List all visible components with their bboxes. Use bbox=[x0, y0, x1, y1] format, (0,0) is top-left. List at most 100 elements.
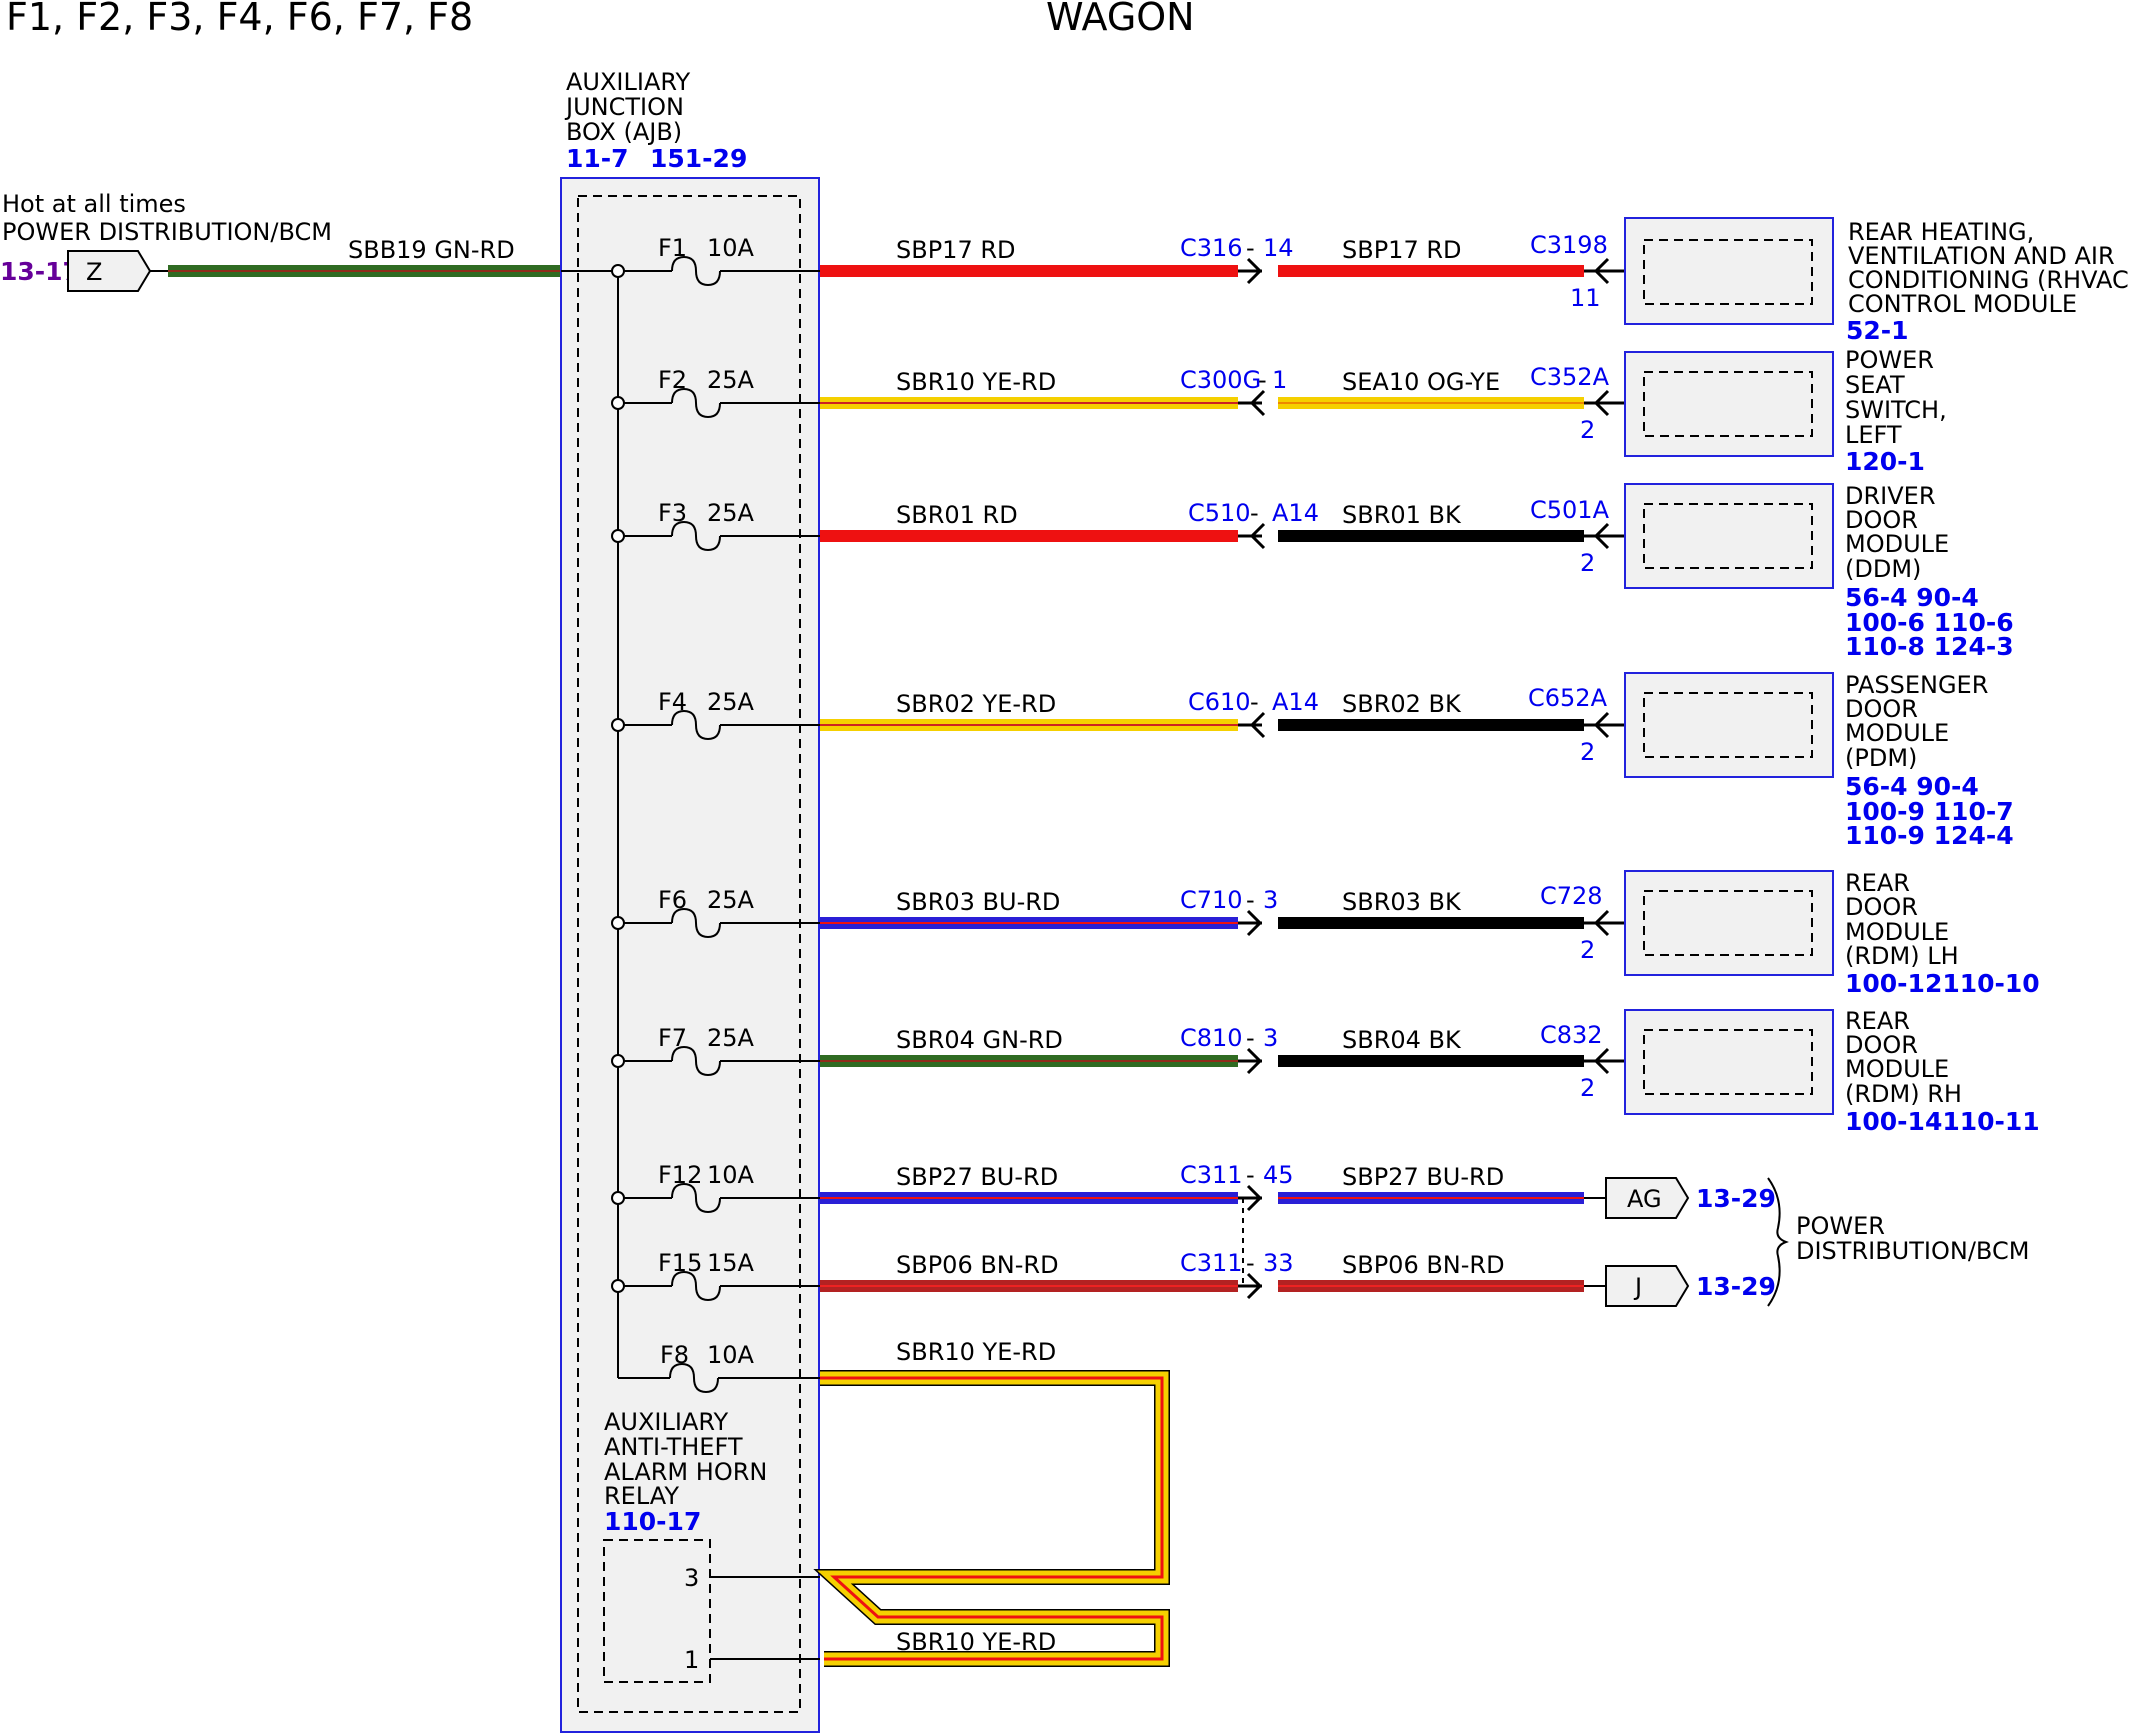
fuse-id: F3 bbox=[658, 499, 687, 527]
source-connector-letter: Z bbox=[86, 258, 102, 286]
module-label-line: DOOR bbox=[1845, 893, 1918, 921]
dest-connector-id[interactable]: C3198 bbox=[1530, 231, 1608, 259]
wire-segment-2 bbox=[1278, 397, 1584, 409]
wire-segment-1 bbox=[820, 917, 1238, 929]
output-ref[interactable]: 13-29 bbox=[1696, 1272, 1776, 1301]
connector-symbol bbox=[1238, 389, 1266, 417]
wire-segment-2 bbox=[1278, 265, 1584, 277]
module-ref[interactable]: 120-1 bbox=[1845, 447, 1925, 476]
variant-title: WAGON bbox=[1046, 0, 1195, 39]
wire-label-1[interactable]: SBR10 YE-RD bbox=[896, 368, 1056, 396]
dest-connector-pin: 2 bbox=[1580, 416, 1595, 444]
dest-connector-symbol bbox=[1584, 522, 1624, 550]
module-box[interactable] bbox=[1624, 483, 1834, 589]
fuse-rating: 25A bbox=[707, 366, 755, 394]
dest-connector-pin: 2 bbox=[1580, 1074, 1595, 1102]
module-box[interactable] bbox=[1624, 870, 1834, 976]
wire-segment-1 bbox=[820, 719, 1238, 731]
circuit-row: F7 25A SBR04 GN-RD C810 - 3 SBR04 BK C83… bbox=[611, 1007, 2040, 1136]
relay-ref[interactable]: 110-17 bbox=[604, 1507, 701, 1536]
inline-connector-sep: - bbox=[1246, 1024, 1255, 1052]
output-connector-letter: AG bbox=[1627, 1185, 1662, 1213]
module-box[interactable] bbox=[1624, 672, 1834, 778]
dest-connector-pin: 2 bbox=[1580, 549, 1595, 577]
wire-label-1[interactable]: SBR03 BU-RD bbox=[896, 888, 1060, 916]
fuse-rating: 25A bbox=[707, 886, 755, 914]
dest-connector-pin: 11 bbox=[1570, 284, 1601, 312]
module-ref[interactable]: 100-14110-11 bbox=[1845, 1107, 2040, 1136]
dest-connector-id[interactable]: C652A bbox=[1528, 684, 1608, 712]
wiring-diagram: F1, F2, F3, F4, F6, F7, F8 WAGON Hot at … bbox=[0, 0, 2130, 1733]
module-ref[interactable]: 110-9 124-4 bbox=[1845, 821, 2014, 850]
inline-connector-pin: 14 bbox=[1263, 234, 1294, 262]
inline-connector-sep: - bbox=[1246, 1161, 1255, 1189]
module-ref[interactable]: 110-8 124-3 bbox=[1845, 632, 2014, 661]
dest-connector-symbol bbox=[1584, 389, 1624, 417]
fuse-id: F2 bbox=[658, 366, 687, 394]
wire-label-1[interactable]: SBP27 BU-RD bbox=[896, 1163, 1058, 1191]
wire-label-2[interactable]: SBP17 RD bbox=[1342, 236, 1462, 264]
dest-connector-id[interactable]: C728 bbox=[1540, 882, 1603, 910]
ajb-ref-2[interactable]: 151-29 bbox=[650, 144, 747, 173]
module-label-line: (DDM) bbox=[1845, 555, 1921, 583]
ajb-title-3: BOX (AJB) bbox=[566, 118, 682, 146]
module-box[interactable] bbox=[1624, 351, 1834, 457]
wire-label-2[interactable]: SBR03 BK bbox=[1342, 888, 1462, 916]
inline-connector-id[interactable]: C610 bbox=[1188, 688, 1251, 716]
output-group-label-1: POWER bbox=[1796, 1212, 1885, 1240]
output-group-label-2: DISTRIBUTION/BCM bbox=[1796, 1237, 2029, 1265]
inline-connector-id[interactable]: C810 bbox=[1180, 1024, 1243, 1052]
module-box[interactable] bbox=[1624, 1009, 1834, 1115]
inline-connector-id[interactable]: C300G bbox=[1180, 366, 1261, 394]
module-ref[interactable]: 52-1 bbox=[1846, 316, 1909, 345]
f8-wire-label-bottom[interactable]: SBR10 YE-RD bbox=[896, 1628, 1056, 1656]
output-connector-letter: J bbox=[1633, 1273, 1642, 1301]
ajb-ref-1[interactable]: 11-7 bbox=[566, 144, 629, 173]
circuit-row: F1 10A SBP17 RD C316 - 14 SBP17 RD C3198… bbox=[611, 217, 2130, 345]
dest-connector-id[interactable]: C352A bbox=[1530, 363, 1610, 391]
fuse-rating: 10A bbox=[707, 1341, 755, 1369]
inline-connector-id[interactable]: C710 bbox=[1180, 886, 1243, 914]
circuit-row: F3 25A SBR01 RD C510 - A14 SBR01 BK C501… bbox=[611, 482, 2014, 661]
dest-connector-id[interactable]: C832 bbox=[1540, 1021, 1603, 1049]
wire-label-2[interactable]: SBP27 BU-RD bbox=[1342, 1163, 1504, 1191]
wire-segment-2 bbox=[1278, 530, 1584, 542]
inline-connector-id[interactable]: C311 bbox=[1180, 1161, 1243, 1189]
inline-connector-id[interactable]: C316 bbox=[1180, 234, 1243, 262]
wire-label-1[interactable]: SBP17 RD bbox=[896, 236, 1016, 264]
inline-connector-id[interactable]: C510 bbox=[1188, 499, 1251, 527]
module-ref[interactable]: 100-12110-10 bbox=[1845, 969, 2040, 998]
module-label-line: (RDM) LH bbox=[1845, 942, 1959, 970]
wire-label-2[interactable]: SBP06 BN-RD bbox=[1342, 1251, 1505, 1279]
fuse-id: F1 bbox=[658, 234, 687, 262]
fuse-id: F4 bbox=[658, 688, 687, 716]
wire-label-2[interactable]: SBR02 BK bbox=[1342, 690, 1462, 718]
module-box[interactable] bbox=[1624, 217, 1834, 325]
output-connector-flag[interactable]: AG bbox=[1605, 1177, 1690, 1219]
source-wire-label: SBB19 GN-RD bbox=[348, 236, 515, 264]
connector-symbol bbox=[1238, 711, 1266, 739]
inline-connector-sep: - bbox=[1246, 1249, 1255, 1277]
inline-connector-pin: 1 bbox=[1272, 366, 1287, 394]
wire-label-1[interactable]: SBR01 RD bbox=[896, 501, 1018, 529]
source-line-2: POWER DISTRIBUTION/BCM bbox=[2, 218, 332, 246]
output-connector-flag[interactable]: J bbox=[1605, 1265, 1690, 1307]
wire-segment-2 bbox=[1278, 1192, 1584, 1204]
circuit-row: F4 25A SBR02 YE-RD C610 - A14 SBR02 BK C… bbox=[611, 671, 2014, 850]
wire-segment-2 bbox=[1278, 719, 1584, 731]
fuses-title: F1, F2, F3, F4, F6, F7, F8 bbox=[6, 0, 473, 39]
wire-label-2[interactable]: SBR04 BK bbox=[1342, 1026, 1462, 1054]
wire-label-1[interactable]: SBR04 GN-RD bbox=[896, 1026, 1063, 1054]
fuse-rating: 25A bbox=[707, 688, 755, 716]
wire-label-1[interactable]: SBP06 BN-RD bbox=[896, 1251, 1059, 1279]
inline-connector-id[interactable]: C311 bbox=[1180, 1249, 1243, 1277]
module-label-line: (RDM) RH bbox=[1845, 1080, 1962, 1108]
output-ref[interactable]: 13-29 bbox=[1696, 1184, 1776, 1213]
wire-label-2[interactable]: SBR01 BK bbox=[1342, 501, 1462, 529]
module-label-line: SWITCH, bbox=[1845, 396, 1947, 424]
f8-wire-label-top[interactable]: SBR10 YE-RD bbox=[896, 1338, 1056, 1366]
dest-connector-id[interactable]: C501A bbox=[1530, 496, 1610, 524]
connector-symbol bbox=[1238, 257, 1263, 285]
wire-label-2[interactable]: SEA10 OG-YE bbox=[1342, 368, 1500, 396]
wire-label-1[interactable]: SBR02 YE-RD bbox=[896, 690, 1056, 718]
